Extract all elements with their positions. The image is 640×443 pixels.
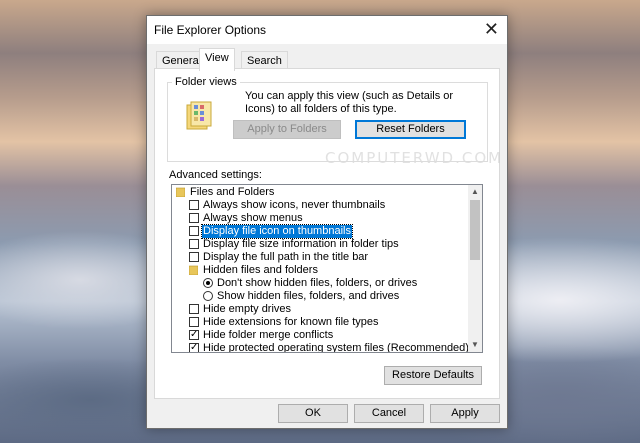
folder-views-icon bbox=[186, 101, 212, 130]
checkbox-unchecked[interactable] bbox=[189, 226, 199, 236]
setting-label: Display the full path in the title bar bbox=[203, 251, 369, 263]
setting-label: Hide extensions for known file types bbox=[203, 316, 379, 328]
folder-views-group: Folder views You can apply this view (su… bbox=[167, 76, 488, 162]
folder-views-description: You can apply this view (such as Details… bbox=[245, 90, 454, 115]
setting-label: Show hidden files, folders, and drives bbox=[217, 290, 400, 302]
setting-label-selected: Display file icon on thumbnails bbox=[201, 224, 353, 239]
advanced-settings-list[interactable]: Files and Folders Always show icons, nev… bbox=[171, 184, 483, 353]
folder-icon bbox=[189, 265, 198, 275]
checkbox-unchecked[interactable] bbox=[189, 304, 199, 314]
setting-label: Hide empty drives bbox=[203, 303, 292, 315]
radio-unselected[interactable] bbox=[203, 291, 213, 301]
vertical-scrollbar[interactable]: ▲ ▼ bbox=[468, 185, 482, 352]
folder-icon bbox=[176, 187, 185, 197]
checkbox-unchecked[interactable] bbox=[189, 317, 199, 327]
checkbox-checked[interactable]: ✓ bbox=[189, 330, 199, 340]
setting-label: Hide protected operating system files (R… bbox=[203, 342, 469, 353]
checkbox-unchecked[interactable] bbox=[189, 252, 199, 262]
checkbox-unchecked[interactable] bbox=[189, 239, 199, 249]
ok-button[interactable]: OK bbox=[278, 404, 348, 423]
cancel-button[interactable]: Cancel bbox=[354, 404, 424, 423]
setting-label: Display file size information in folder … bbox=[203, 238, 399, 250]
dialog-title: File Explorer Options bbox=[154, 23, 267, 37]
reset-folders-button[interactable]: Reset Folders bbox=[355, 120, 466, 139]
file-explorer-options-dialog: File Explorer Options ✕ General View Sea… bbox=[146, 15, 508, 429]
view-tab-panel: COMPUTERWD.COM Folder views You can appl… bbox=[154, 68, 501, 399]
radio-selected[interactable] bbox=[203, 278, 213, 288]
advanced-settings-label: Advanced settings: bbox=[169, 169, 262, 181]
tab-view[interactable]: View bbox=[199, 48, 235, 71]
apply-to-folders-button[interactable]: Apply to Folders bbox=[233, 120, 341, 139]
checkbox-checked[interactable]: ✓ bbox=[189, 343, 199, 352]
tree-folder-label: Hidden files and folders bbox=[203, 264, 318, 276]
setting-label: Always show menus bbox=[203, 212, 303, 224]
scroll-down-arrow-icon[interactable]: ▼ bbox=[468, 338, 482, 352]
checkbox-unchecked[interactable] bbox=[189, 213, 199, 223]
restore-defaults-button[interactable]: Restore Defaults bbox=[384, 366, 482, 385]
apply-button[interactable]: Apply bbox=[430, 404, 500, 423]
folder-views-title: Folder views bbox=[172, 76, 240, 88]
close-icon[interactable]: ✕ bbox=[484, 19, 499, 39]
setting-label: Hide folder merge conflicts bbox=[203, 329, 334, 341]
scroll-up-arrow-icon[interactable]: ▲ bbox=[468, 185, 482, 199]
scrollbar-thumb[interactable] bbox=[470, 200, 480, 260]
checkbox-unchecked[interactable] bbox=[189, 200, 199, 210]
title-bar: File Explorer Options ✕ bbox=[147, 16, 507, 44]
setting-label: Don't show hidden files, folders, or dri… bbox=[217, 277, 418, 289]
setting-label: Always show icons, never thumbnails bbox=[203, 199, 386, 211]
tree-folder-label: Files and Folders bbox=[190, 186, 275, 198]
